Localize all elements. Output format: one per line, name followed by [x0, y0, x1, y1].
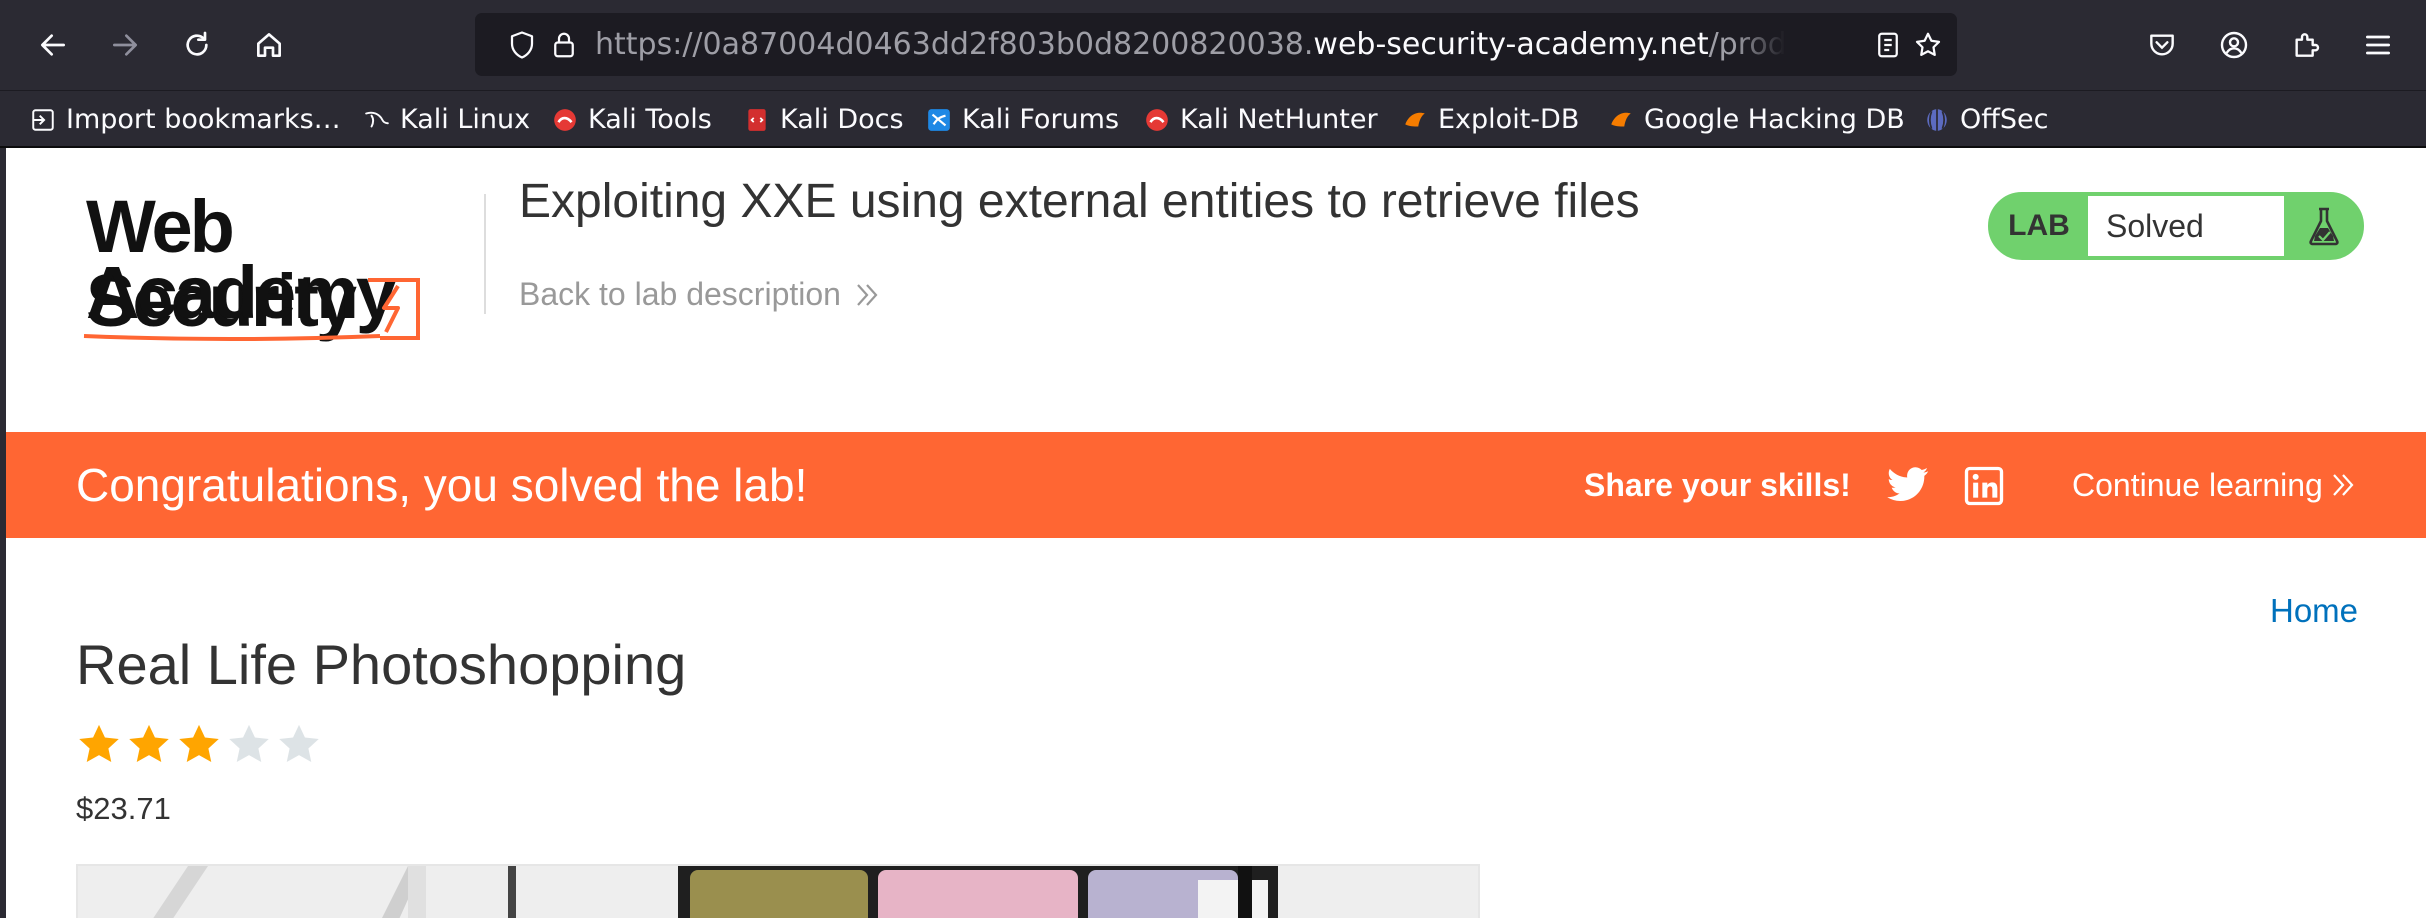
hamburger-icon [2366, 35, 2390, 55]
banner-message: Congratulations, you solved the lab! [76, 459, 808, 511]
bookmark-label: Kali Tools [588, 104, 712, 135]
home-icon [257, 33, 281, 57]
share-label: Share your skills! [1584, 467, 1851, 503]
forward-arrow-icon [113, 34, 137, 56]
header-divider [484, 194, 486, 314]
twitter-icon[interactable] [1886, 466, 1930, 504]
extensions-button[interactable] [2281, 20, 2331, 70]
bookmark-label: Kali Forums [962, 104, 1120, 135]
bookmark-star-icon[interactable] [1911, 28, 1945, 62]
kali-dragon-icon [364, 107, 390, 133]
bookmark-ghdb[interactable]: Google Hacking DB [1608, 91, 1905, 148]
url-text[interactable]: https://0a87004d0463dd2f803b0d8200820038… [595, 13, 1957, 76]
url-prefix: https://0a87004d0463dd2f803b0d8200820038… [595, 27, 1314, 62]
product-image [76, 864, 1480, 918]
back-link-label: Back to lab description [519, 276, 841, 312]
url-bar[interactable]: https://0a87004d0463dd2f803b0d8200820038… [475, 13, 1957, 76]
bookmarks-toolbar: Import bookmarks… Kali Linux Kali Tools … [0, 91, 2426, 148]
double-chevron-right-icon [2333, 474, 2354, 496]
exploit-db-icon [1402, 107, 1428, 133]
bookmark-label: Import bookmarks… [66, 104, 341, 135]
bookmark-label: Kali NetHunter [1180, 104, 1378, 135]
bookmark-label: Exploit-DB [1438, 104, 1580, 135]
bookmark-kali-docs[interactable]: Kali Docs [744, 91, 904, 148]
reload-button[interactable] [172, 20, 222, 70]
star-empty-icon [229, 724, 269, 763]
account-button[interactable] [2209, 20, 2259, 70]
bookmark-kali-forums[interactable]: Kali Forums [926, 91, 1119, 148]
makeup-palette-illustration [78, 866, 1478, 918]
kali-nethunter-icon [1144, 107, 1170, 133]
product-price: $23.71 [76, 791, 171, 826]
offsec-icon [1924, 107, 1950, 133]
status-label: LAB [2008, 209, 2070, 242]
back-to-lab-description-link[interactable]: Back to lab description [519, 276, 879, 313]
ghdb-icon [1608, 107, 1634, 133]
web-security-academy-logo[interactable]: Web Security Academy [80, 190, 500, 342]
pocket-button[interactable] [2137, 20, 2187, 70]
star-filled-icon [79, 724, 119, 763]
congratulations-banner: Congratulations, you solved the lab! Sha… [6, 432, 2426, 538]
star-empty-icon [279, 724, 319, 763]
continue-learning-label: Continue learning [2072, 467, 2323, 503]
flask-icon [2286, 196, 2360, 256]
reload-icon [186, 31, 208, 56]
bookmark-kali-nethunter[interactable]: Kali NetHunter [1144, 91, 1378, 148]
kali-docs-icon [744, 107, 770, 133]
import-icon [30, 107, 56, 133]
lock-icon[interactable] [547, 28, 581, 62]
continue-learning-link[interactable]: Continue learning [2072, 432, 2355, 538]
kali-forums-icon [926, 107, 952, 133]
bookmark-label: Google Hacking DB [1644, 104, 1905, 135]
bookmark-kali-tools[interactable]: Kali Tools [552, 91, 712, 148]
reader-view-icon[interactable] [1871, 28, 1905, 62]
linkedin-icon[interactable] [1964, 466, 2004, 506]
back-arrow-icon [41, 34, 65, 56]
puzzle-icon [2295, 33, 2320, 57]
bookmark-label: Kali Docs [780, 104, 904, 135]
lab-status-badge: LAB Solved [1988, 192, 2364, 260]
kali-tools-icon [552, 107, 578, 133]
url-host: web-security-academy.net [1313, 27, 1709, 62]
bookmark-import[interactable]: Import bookmarks… [30, 91, 341, 148]
logo-bolt-icon [83, 278, 420, 341]
lab-title: Exploiting XXE using external entities t… [519, 175, 1640, 228]
bookmark-label: OffSec [1960, 104, 2049, 135]
shield-icon[interactable] [505, 28, 539, 62]
double-chevron-right-icon [857, 283, 878, 306]
product-rating [76, 722, 326, 768]
menu-button[interactable] [2353, 20, 2403, 70]
home-button[interactable] [244, 20, 294, 70]
pocket-icon [2150, 34, 2174, 56]
bookmark-offsec[interactable]: OffSec [1924, 91, 2048, 148]
bookmark-kali-linux[interactable]: Kali Linux [364, 91, 530, 148]
back-button[interactable] [28, 20, 78, 70]
forward-button[interactable] [100, 20, 150, 70]
star-filled-icon [129, 724, 169, 763]
product-title: Real Life Photoshopping [76, 633, 687, 696]
status-value: Solved [2088, 196, 2284, 256]
account-icon [2220, 31, 2248, 59]
bookmark-label: Kali Linux [400, 104, 531, 135]
home-link[interactable]: Home [2270, 592, 2358, 630]
browser-toolbar: https://0a87004d0463dd2f803b0d8200820038… [0, 0, 2426, 91]
bookmark-exploit-db[interactable]: Exploit-DB [1402, 91, 1579, 148]
star-filled-icon [179, 724, 219, 763]
page-content: Web Security Academy Exploiting XXE usin… [6, 148, 2426, 918]
